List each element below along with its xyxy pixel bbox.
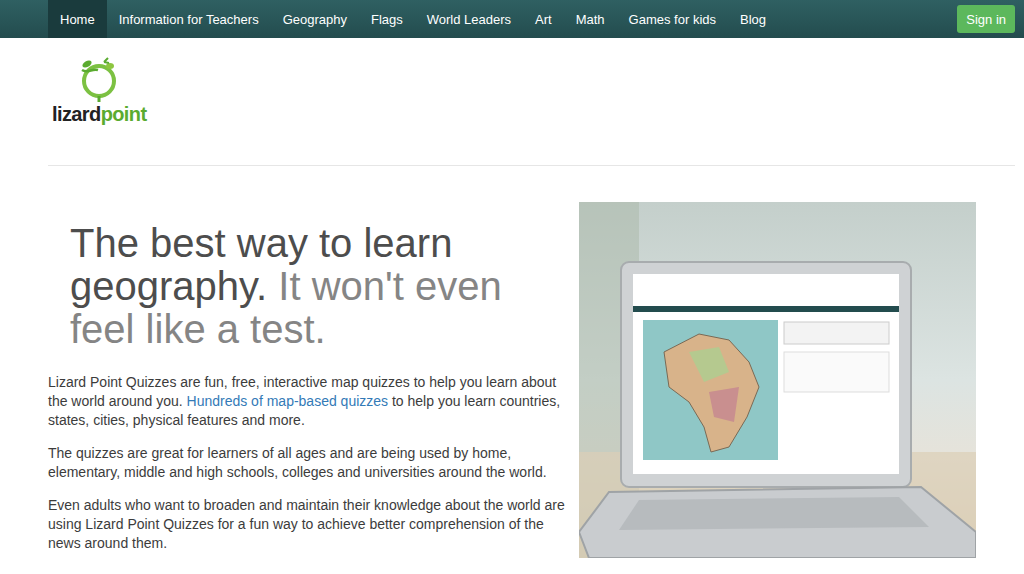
laptop-photo — [579, 202, 976, 558]
hero-paragraph: The quizzes are great for learners of al… — [48, 444, 567, 482]
hero-text: The best way to learn geography. It won'… — [0, 202, 579, 567]
header: lizardpoint — [0, 38, 1024, 165]
quizzes-link[interactable]: Hundreds of map-based quizzes — [187, 393, 389, 409]
nav-item[interactable]: Math — [564, 0, 617, 38]
hero-heading: The best way to learn geography. It won'… — [70, 222, 545, 351]
nav-item[interactable]: Games for kids — [617, 0, 728, 38]
page: HomeInformation for TeachersGeographyFla… — [0, 0, 1024, 574]
nav-item[interactable]: Home — [48, 0, 107, 38]
lizard-logo-icon — [74, 56, 124, 102]
hero-paragraph: Lizard Point Quizzes are fun, free, inte… — [48, 373, 567, 430]
nav-item[interactable]: World Leaders — [415, 0, 523, 38]
hero: The best way to learn geography. It won'… — [0, 166, 1024, 567]
nav-list: HomeInformation for TeachersGeographyFla… — [48, 0, 778, 38]
hero-paragraph: Even adults who want to broaden and main… — [48, 496, 567, 553]
nav-item[interactable]: Blog — [728, 0, 778, 38]
logo-text: lizardpoint — [52, 102, 147, 126]
sign-in-button[interactable]: Sign in — [957, 5, 1015, 33]
divider — [48, 165, 1015, 166]
nav-item[interactable]: Art — [523, 0, 564, 38]
logo[interactable]: lizardpoint — [52, 56, 147, 126]
nav-item[interactable]: Flags — [359, 0, 415, 38]
nav-item[interactable]: Information for Teachers — [107, 0, 271, 38]
hero-photo — [579, 202, 976, 558]
nav-item[interactable]: Geography — [271, 0, 359, 38]
top-nav: HomeInformation for TeachersGeographyFla… — [0, 0, 1024, 38]
